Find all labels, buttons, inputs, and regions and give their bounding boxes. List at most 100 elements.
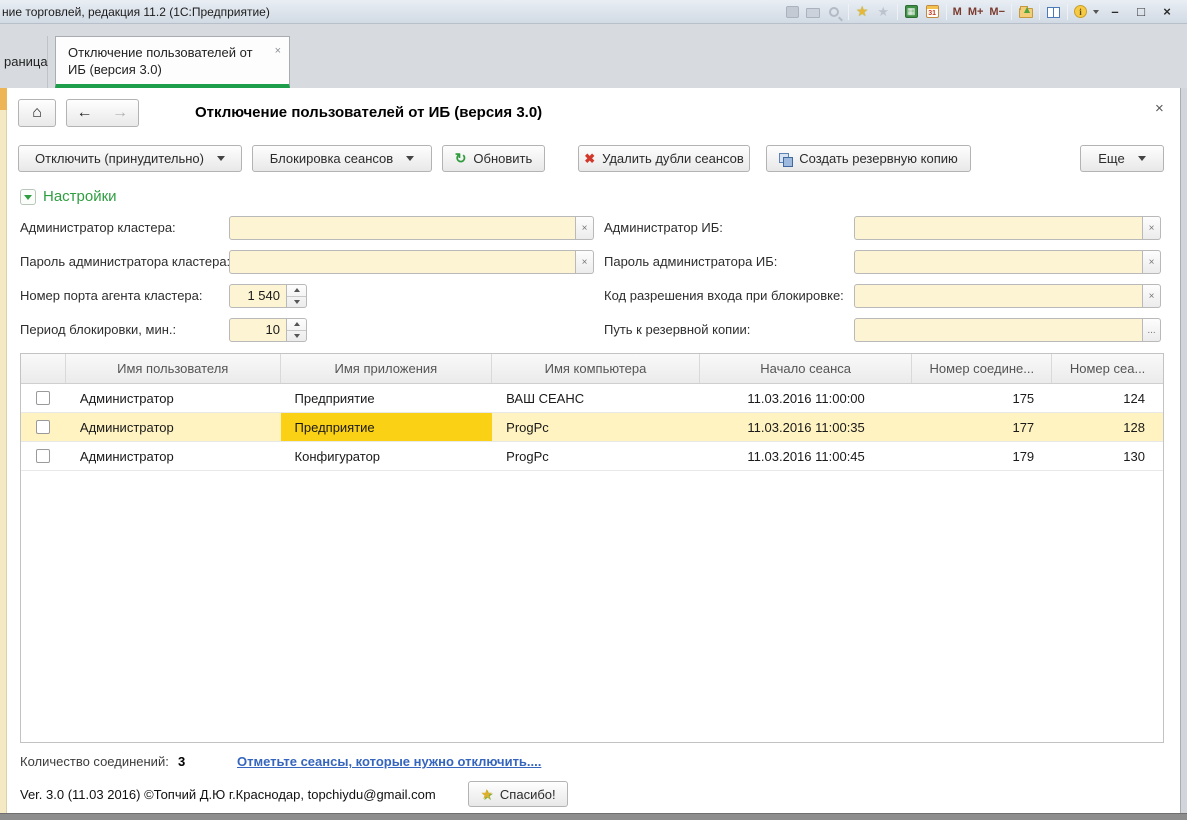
calendar-icon[interactable]: 31 bbox=[925, 5, 940, 19]
port-spinner bbox=[287, 284, 307, 308]
block-sessions-button[interactable]: Блокировка сеансов bbox=[252, 145, 432, 172]
delete-duplicates-button[interactable]: ✖Удалить дубли сеансов bbox=[578, 145, 750, 172]
page-title: Отключение пользователей от ИБ (версия 3… bbox=[195, 104, 542, 121]
favorites-add-icon[interactable]: ★ bbox=[855, 5, 870, 19]
save-icon[interactable] bbox=[785, 5, 800, 19]
memory-recall-button[interactable]: М bbox=[953, 6, 962, 18]
table-row[interactable]: Администратор Предприятие ВАШ СЕАНС 11.0… bbox=[21, 384, 1163, 413]
cell-user[interactable]: Администратор bbox=[66, 442, 281, 470]
row-checkbox[interactable] bbox=[36, 420, 50, 434]
connections-count-value: 3 bbox=[178, 754, 185, 769]
connections-count-label: Количество соединений: bbox=[20, 754, 169, 769]
cell-user[interactable]: Администратор bbox=[66, 413, 281, 441]
disconnect-button[interactable]: Отключить (принудительно) bbox=[18, 145, 242, 172]
minimize-button[interactable]: – bbox=[1105, 4, 1125, 19]
memory-plus-button[interactable]: М+ bbox=[968, 6, 984, 18]
home-button[interactable]: ⌂ bbox=[18, 99, 56, 127]
cluster-agent-port-label: Номер порта агента кластера: bbox=[20, 284, 203, 308]
refresh-button[interactable]: ↻Обновить bbox=[442, 145, 545, 172]
cell-start[interactable]: 11.03.2016 11:00:45 bbox=[700, 442, 913, 470]
cell-session[interactable]: 128 bbox=[1052, 413, 1163, 441]
chevron-down-icon bbox=[217, 156, 225, 161]
cluster-agent-port-input[interactable]: 1 540 bbox=[229, 284, 287, 308]
header-session-start[interactable]: Начало сеанса bbox=[700, 354, 913, 383]
spinner-up-icon[interactable] bbox=[287, 285, 306, 297]
clear-field-button[interactable]: × bbox=[1143, 216, 1161, 240]
cluster-admin-label: Администратор кластера: bbox=[20, 216, 176, 240]
cell-connection[interactable]: 175 bbox=[912, 384, 1052, 412]
table-row[interactable]: Администратор Конфигуратор ProgPc 11.03.… bbox=[21, 442, 1163, 471]
back-button[interactable]: ← bbox=[66, 99, 103, 127]
calculator-icon[interactable]: ▦ bbox=[904, 5, 919, 19]
window-title: ние торговлей, редакция 11.2 (1С:Предпри… bbox=[0, 5, 270, 19]
backup-path-input[interactable] bbox=[854, 318, 1143, 342]
split-window-icon[interactable] bbox=[1046, 5, 1061, 19]
header-app-name[interactable]: Имя приложения bbox=[281, 354, 493, 383]
separator bbox=[897, 4, 898, 20]
create-backup-button[interactable]: Создать резервную копию bbox=[766, 145, 971, 172]
cluster-admin-password-input[interactable] bbox=[229, 250, 576, 274]
tab-close-icon[interactable]: × bbox=[275, 43, 281, 60]
cell-app-selected[interactable]: Предприятие bbox=[281, 413, 493, 441]
tab-start-page-partial[interactable]: раница bbox=[0, 36, 48, 88]
forward-button[interactable]: → bbox=[102, 99, 139, 127]
tab-active[interactable]: Отключение пользователей от ИБ (версия 3… bbox=[55, 36, 290, 88]
cell-app[interactable]: Предприятие bbox=[281, 384, 493, 412]
sessions-table: Имя пользователя Имя приложения Имя комп… bbox=[20, 353, 1164, 743]
info-dropdown-caret-icon[interactable] bbox=[1093, 10, 1099, 14]
browse-path-button[interactable]: ... bbox=[1143, 318, 1161, 342]
spinner-up-icon[interactable] bbox=[287, 319, 306, 331]
clear-field-button[interactable]: × bbox=[576, 250, 594, 274]
lock-access-code-input[interactable] bbox=[854, 284, 1143, 308]
left-panel-strip-handle[interactable] bbox=[0, 88, 7, 110]
more-button[interactable]: Еще bbox=[1080, 145, 1164, 172]
print-icon[interactable] bbox=[806, 5, 821, 19]
memory-minus-button[interactable]: М− bbox=[989, 6, 1005, 18]
period-spinner bbox=[287, 318, 307, 342]
cell-start[interactable]: 11.03.2016 11:00:00 bbox=[700, 384, 913, 412]
home-icon: ⌂ bbox=[32, 104, 42, 122]
clear-field-button[interactable]: × bbox=[576, 216, 594, 240]
ib-admin-label: Администратор ИБ: bbox=[604, 216, 723, 240]
header-checkbox-column[interactable] bbox=[21, 354, 66, 383]
header-connection-number[interactable]: Номер соедине... bbox=[912, 354, 1052, 383]
cell-connection[interactable]: 179 bbox=[912, 442, 1052, 470]
favorites-icon[interactable]: ★ bbox=[876, 5, 891, 19]
spinner-down-icon[interactable] bbox=[287, 297, 306, 308]
lock-period-input[interactable]: 10 bbox=[229, 318, 287, 342]
separator bbox=[946, 4, 947, 20]
cell-connection[interactable]: 177 bbox=[912, 413, 1052, 441]
cell-computer[interactable]: ВАШ СЕАНС bbox=[492, 384, 700, 412]
print-preview-icon[interactable] bbox=[827, 5, 842, 19]
form-close-icon[interactable]: × bbox=[1155, 100, 1164, 117]
open-folder-icon[interactable] bbox=[1018, 5, 1033, 19]
table-row-selected[interactable]: Администратор Предприятие ProgPc 11.03.2… bbox=[21, 413, 1163, 442]
cell-app[interactable]: Конфигуратор bbox=[281, 442, 493, 470]
block-sessions-label: Блокировка сеансов bbox=[270, 151, 393, 166]
header-computer-name[interactable]: Имя компьютера bbox=[492, 354, 700, 383]
row-checkbox[interactable] bbox=[36, 391, 50, 405]
spinner-down-icon[interactable] bbox=[287, 331, 306, 342]
refresh-label: Обновить bbox=[473, 151, 532, 166]
mark-sessions-hint-link[interactable]: Отметьте сеансы, которые нужно отключить… bbox=[237, 754, 541, 769]
cell-computer[interactable]: ProgPc bbox=[492, 413, 700, 441]
thanks-button[interactable]: ★ Спасибо! bbox=[468, 781, 568, 807]
cluster-admin-input[interactable] bbox=[229, 216, 576, 240]
ib-admin-password-input[interactable] bbox=[854, 250, 1143, 274]
row-checkbox[interactable] bbox=[36, 449, 50, 463]
info-icon[interactable]: i bbox=[1074, 5, 1087, 18]
cell-session[interactable]: 130 bbox=[1052, 442, 1163, 470]
ib-admin-input[interactable] bbox=[854, 216, 1143, 240]
cell-session[interactable]: 124 bbox=[1052, 384, 1163, 412]
close-window-button[interactable]: × bbox=[1157, 4, 1177, 19]
cell-computer[interactable]: ProgPc bbox=[492, 442, 700, 470]
cell-user[interactable]: Администратор bbox=[66, 384, 281, 412]
maximize-button[interactable]: □ bbox=[1131, 4, 1151, 19]
clear-field-button[interactable]: × bbox=[1143, 284, 1161, 308]
cluster-admin-password-field-group: × bbox=[229, 250, 594, 274]
cell-start[interactable]: 11.03.2016 11:00:35 bbox=[700, 413, 913, 441]
clear-field-button[interactable]: × bbox=[1143, 250, 1161, 274]
header-user-name[interactable]: Имя пользователя bbox=[66, 354, 281, 383]
header-session-number[interactable]: Номер сеа... bbox=[1052, 354, 1163, 383]
settings-collapse-icon[interactable] bbox=[20, 189, 36, 205]
